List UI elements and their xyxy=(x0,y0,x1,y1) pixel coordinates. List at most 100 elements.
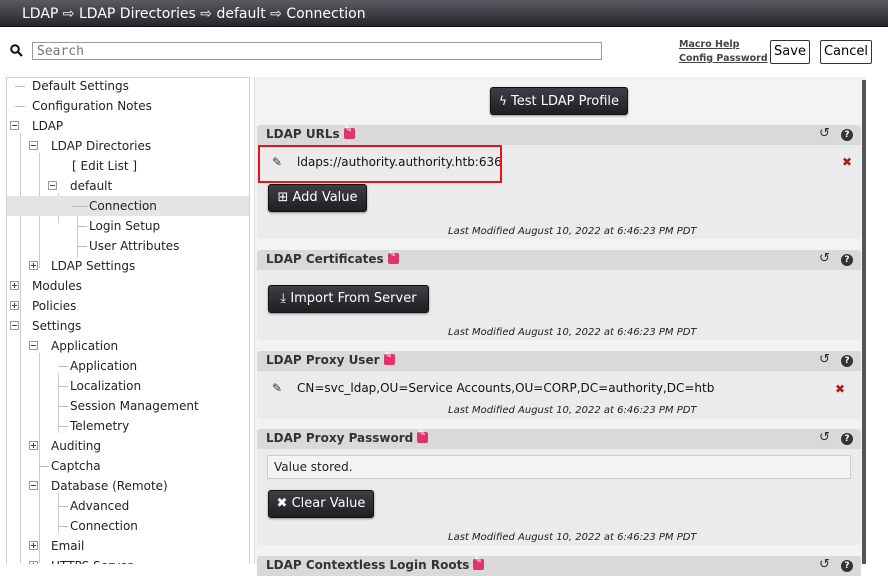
tree-item-label: LDAP Settings xyxy=(51,259,136,273)
tree-item-label: Application xyxy=(70,359,138,373)
collapse-icon[interactable] xyxy=(48,181,57,190)
last-modified: Last Modified August 10, 2022 at 6:46:23… xyxy=(448,405,697,416)
edit-icon[interactable] xyxy=(387,250,399,264)
expand-icon[interactable] xyxy=(10,281,19,290)
expand-icon[interactable] xyxy=(29,541,38,550)
delete-icon[interactable]: ✖ xyxy=(835,382,845,396)
last-modified: Last Modified August 10, 2022 at 6:46:23… xyxy=(448,327,697,338)
search-input[interactable] xyxy=(32,42,602,60)
proxy-user-value[interactable]: CN=svc_ldap,OU=Service Accounts,OU=CORP,… xyxy=(297,381,714,395)
help-icon[interactable]: ? xyxy=(841,355,853,367)
undo-icon[interactable]: ↺ xyxy=(819,252,830,266)
config-password-link[interactable]: Config Password xyxy=(679,53,768,64)
tree-item-ldap-directories[interactable]: LDAP Directories xyxy=(7,136,249,156)
tree-item-auditing[interactable]: Auditing xyxy=(7,436,249,456)
tree-item-telemetry[interactable]: Telemetry xyxy=(7,416,249,436)
tree-item-application[interactable]: Application xyxy=(7,356,249,376)
tree-item-label: Modules xyxy=(32,279,82,293)
tree-item-modules[interactable]: Modules xyxy=(7,276,249,296)
clear-value-button[interactable]: ✖ Clear Value xyxy=(268,490,374,518)
collapse-icon[interactable] xyxy=(10,121,19,130)
tree-item-login-setup[interactable]: Login Setup xyxy=(7,216,249,236)
add-value-button[interactable]: ⊞ Add Value xyxy=(268,184,367,212)
help-icon[interactable]: ? xyxy=(841,254,853,266)
edit-value-icon[interactable]: ✎ xyxy=(272,381,282,395)
save-button[interactable]: Save xyxy=(770,40,810,64)
tree-item-default-settings[interactable]: Default Settings xyxy=(7,78,249,96)
tree-item-default[interactable]: default xyxy=(7,176,249,196)
panel-header: LDAP Contextless Login Roots ↺ ? xyxy=(257,556,861,576)
expand-icon[interactable] xyxy=(10,301,19,310)
help-icon[interactable]: ? xyxy=(841,560,853,572)
cancel-button[interactable]: Cancel xyxy=(820,40,872,64)
expand-icon[interactable] xyxy=(29,261,38,270)
edit-icon[interactable] xyxy=(343,125,355,139)
edit-icon[interactable] xyxy=(473,556,485,570)
test-ldap-profile-button[interactable]: ϟ Test LDAP Profile xyxy=(490,87,628,115)
plus-icon: ⊞ xyxy=(277,190,289,205)
bolt-icon: ϟ xyxy=(498,94,507,108)
undo-icon[interactable]: ↺ xyxy=(819,127,830,141)
tree-item-label: Auditing xyxy=(51,439,102,453)
tree-item-label: Connection xyxy=(89,199,157,213)
tree-item-session-management[interactable]: Session Management xyxy=(7,396,249,416)
help-icon[interactable]: ? xyxy=(841,433,853,445)
highlight-box xyxy=(258,145,502,183)
tree-item-label: Login Setup xyxy=(89,219,161,233)
tree-item-edit-list[interactable]: [ Edit List ] xyxy=(7,156,249,176)
tree-item-user-attributes[interactable]: User Attributes xyxy=(7,236,249,256)
panel-ldap-proxy-password: LDAP Proxy Password ↺ ? xyxy=(257,429,861,545)
help-icon[interactable]: ? xyxy=(841,129,853,141)
tree-item-label: [ Edit List ] xyxy=(72,159,138,173)
tree-item-connection[interactable]: Connection xyxy=(7,196,249,216)
last-modified: Last Modified August 10, 2022 at 6:46:23… xyxy=(448,226,697,237)
tree-item-email[interactable]: Email xyxy=(7,536,249,556)
button-label: Add Value xyxy=(292,190,358,205)
panel-header: LDAP Certificates ↺ ? xyxy=(257,250,861,270)
edit-icon[interactable] xyxy=(417,429,429,443)
tree-item-settings[interactable]: Settings xyxy=(7,316,249,336)
macro-help-link[interactable]: Macro Help xyxy=(679,39,739,50)
delete-icon[interactable]: ✖ xyxy=(842,155,852,169)
collapse-icon[interactable] xyxy=(29,341,38,350)
panel-header: LDAP Proxy Password ↺ ? xyxy=(257,429,861,449)
collapse-icon[interactable] xyxy=(29,481,38,490)
undo-icon[interactable]: ↺ xyxy=(819,353,830,367)
tree-item-https-server[interactable]: HTTPS Server xyxy=(7,556,249,564)
undo-icon[interactable]: ↺ xyxy=(819,431,830,445)
expand-icon[interactable] xyxy=(29,441,38,450)
tree-item-application-group[interactable]: Application xyxy=(7,336,249,356)
panel-title: LDAP Contextless Login Roots xyxy=(266,556,485,572)
tree-item-label: default xyxy=(70,179,113,193)
import-from-server-button[interactable]: ⤓ Import From Server xyxy=(268,285,429,313)
tree-item-database-remote[interactable]: Database (Remote) xyxy=(7,476,249,496)
tree-item-policies[interactable]: Policies xyxy=(7,296,249,316)
panel-title: LDAP URLs xyxy=(266,125,355,141)
tree-item-captcha[interactable]: Captcha xyxy=(7,456,249,476)
vertical-scrollbar[interactable] xyxy=(862,80,866,564)
undo-icon[interactable]: ↺ xyxy=(819,558,830,572)
tree-item-label: LDAP Directories xyxy=(51,139,152,153)
edit-icon[interactable] xyxy=(383,351,395,365)
tree-item-label: HTTPS Server xyxy=(51,556,133,564)
collapse-icon[interactable] xyxy=(29,141,38,150)
tree-item-label: Settings xyxy=(32,319,82,333)
panel-header: LDAP Proxy User ↺ ? xyxy=(257,351,861,371)
tree-item-configuration-notes[interactable]: Configuration Notes xyxy=(7,96,249,116)
panel-ldap-contextless-login-roots: LDAP Contextless Login Roots ↺ ? xyxy=(257,556,861,576)
settings-tree: Default Settings Configuration Notes LDA… xyxy=(6,77,250,564)
tree-item-localization[interactable]: Localization xyxy=(7,376,249,396)
tree-item-ldap-settings[interactable]: LDAP Settings xyxy=(7,256,249,276)
tree-item-advanced[interactable]: Advanced xyxy=(7,496,249,516)
breadcrumb: LDAP ⇨ LDAP Directories ⇨ default ⇨ Conn… xyxy=(0,0,888,27)
panel-title: LDAP Proxy User xyxy=(266,351,395,367)
tree-item-label: Connection xyxy=(70,519,138,533)
tree-item-ldap[interactable]: LDAP xyxy=(7,116,249,136)
value-stored-field: Value stored. xyxy=(267,455,851,479)
tree-item-label: Session Management xyxy=(70,399,199,413)
tree-item-db-connection[interactable]: Connection xyxy=(7,516,249,536)
collapse-icon[interactable] xyxy=(10,321,19,330)
tree-item-label: Application xyxy=(51,339,119,353)
download-icon: ⤓ xyxy=(280,291,287,306)
last-modified: Last Modified August 10, 2022 at 6:46:23… xyxy=(448,532,697,543)
